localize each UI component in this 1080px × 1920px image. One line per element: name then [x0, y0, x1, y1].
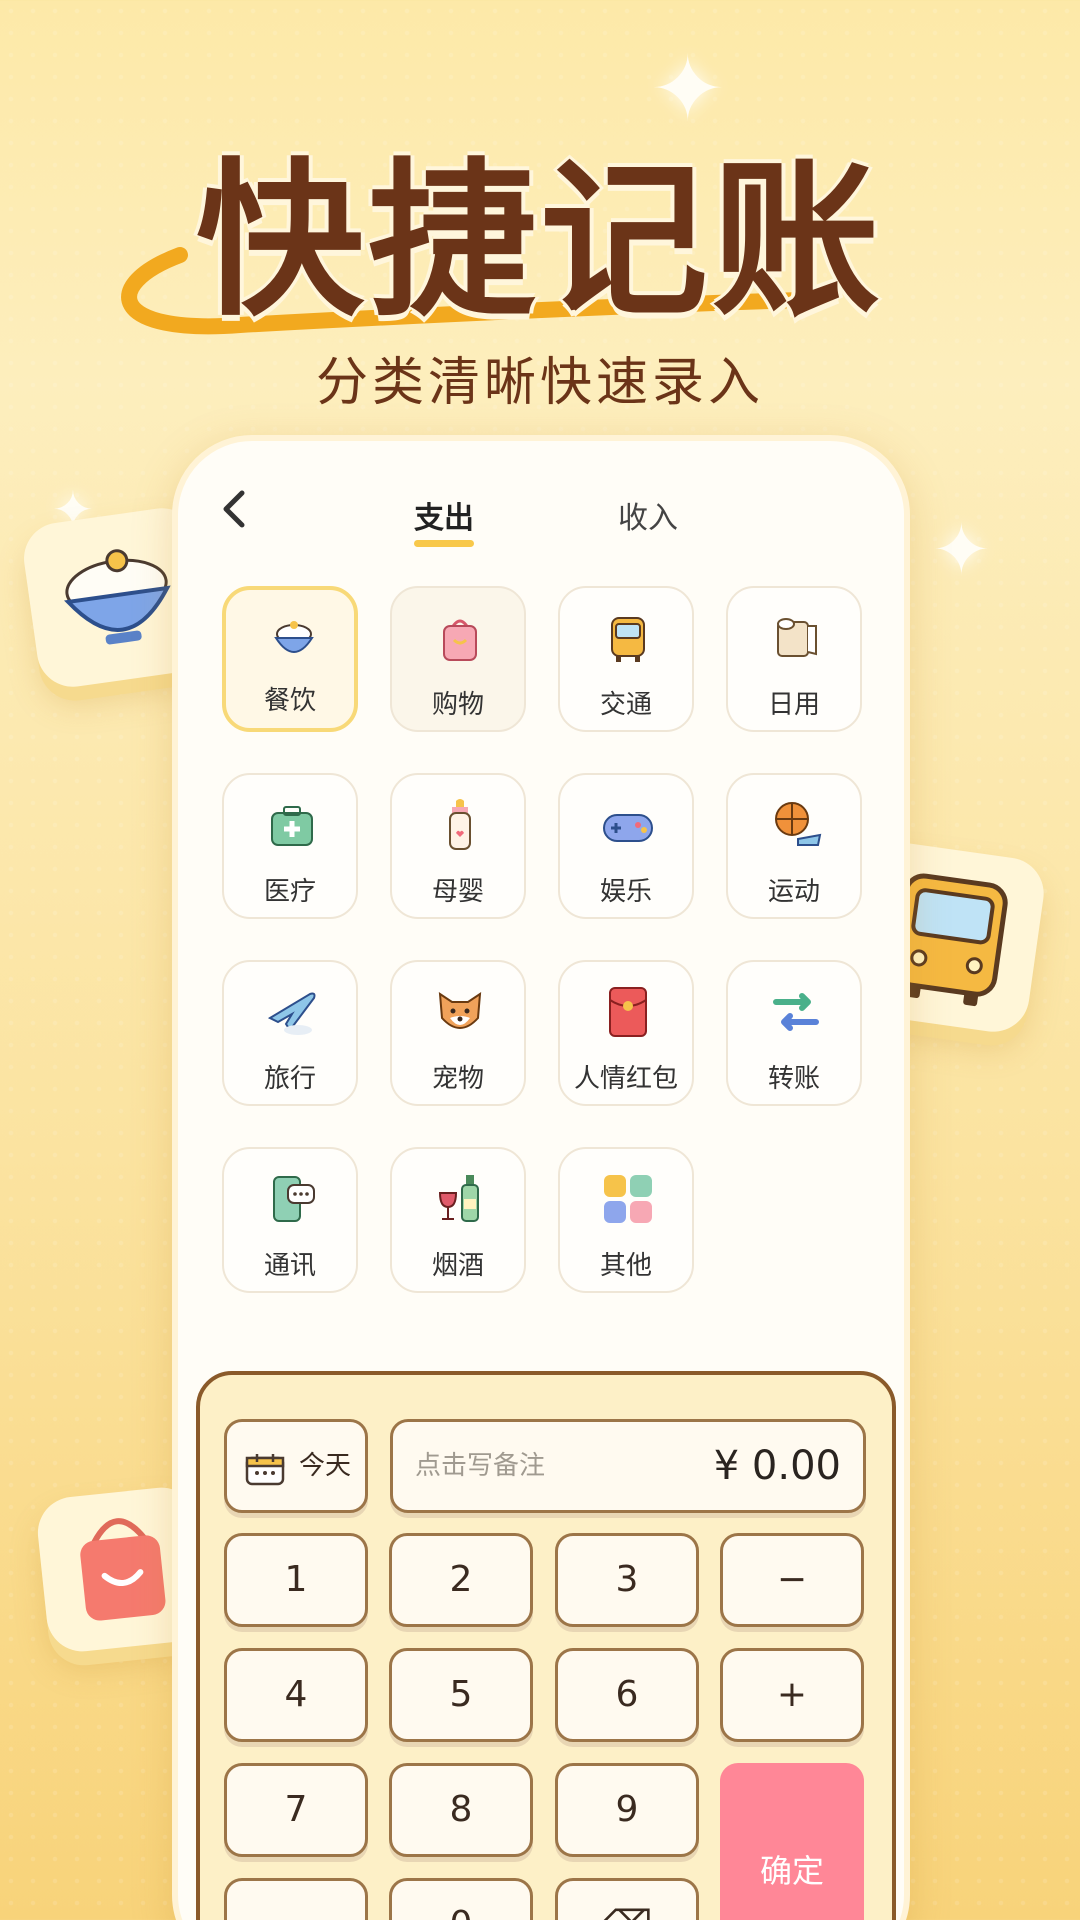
category-travel[interactable]: 旅行: [222, 960, 358, 1106]
key-9[interactable]: 9: [555, 1763, 699, 1857]
category-label: 其他: [599, 1251, 652, 1281]
category-sports[interactable]: 运动: [726, 773, 862, 919]
basketball-icon: [775, 802, 822, 846]
key-6[interactable]: 6: [555, 1648, 699, 1742]
category-tobacco-alcohol[interactable]: 烟酒: [390, 1147, 526, 1293]
key-plus[interactable]: +: [720, 1648, 864, 1742]
category-daily[interactable]: 日用: [726, 586, 862, 732]
category-transport[interactable]: 交通: [558, 586, 694, 732]
rice-bowl-icon: [274, 621, 314, 653]
category-red-envelope[interactable]: 人情红包: [558, 960, 694, 1106]
phone-frame: 支出 收入 餐饮 购物 交通 日用 医疗 母婴 娱乐 运动 旅行 宠物 人情红包…: [172, 435, 910, 1920]
category-label: 交通: [599, 690, 652, 720]
date-button[interactable]: 今天: [224, 1419, 368, 1513]
category-label: 购物: [431, 690, 484, 720]
key-5[interactable]: 5: [389, 1648, 533, 1742]
tab-expense[interactable]: 支出: [414, 493, 474, 547]
category-transfer[interactable]: 转账: [726, 960, 862, 1106]
calendar-icon: [245, 1454, 285, 1486]
category-shopping[interactable]: 购物: [390, 586, 526, 732]
category-label: 人情红包: [573, 1064, 678, 1094]
category-label: 宠物: [431, 1064, 484, 1094]
category-label: 医疗: [263, 877, 316, 907]
category-label: 娱乐: [599, 877, 652, 907]
key-2[interactable]: 2: [389, 1533, 533, 1627]
key-backspace[interactable]: ⌫: [555, 1878, 699, 1920]
bus-icon: [611, 617, 645, 662]
category-label: 餐饮: [263, 686, 316, 716]
key-minus[interactable]: −: [720, 1533, 864, 1627]
category-pet[interactable]: 宠物: [390, 960, 526, 1106]
note-placeholder: 点击写备注: [415, 1451, 546, 1481]
page-title: 快捷记账: [196, 143, 884, 339]
headline-area: 快捷记账: [0, 95, 1080, 355]
key-8[interactable]: 8: [389, 1763, 533, 1857]
key-7[interactable]: 7: [224, 1763, 368, 1857]
page-subtitle: 分类清晰快速录入: [315, 353, 764, 413]
chevron-left-icon: [223, 490, 245, 528]
category-label: 日用: [767, 690, 820, 720]
category-baby[interactable]: 母婴: [390, 773, 526, 919]
confirm-button[interactable]: 确定: [720, 1763, 864, 1920]
tab-income[interactable]: 收入: [618, 493, 678, 537]
medical-kit-icon: [271, 806, 313, 846]
transfer-arrows-icon: [773, 993, 819, 1031]
toilet-paper-icon: [777, 618, 817, 657]
red-envelope-icon: [609, 987, 647, 1037]
category-label: 旅行: [263, 1064, 316, 1094]
key-4[interactable]: 4: [224, 1648, 368, 1742]
baby-bottle-icon: [449, 799, 471, 850]
category-other[interactable]: 其他: [558, 1147, 694, 1293]
date-label: 今天: [299, 1451, 352, 1481]
key-3[interactable]: 3: [555, 1533, 699, 1627]
category-label: 母婴: [431, 877, 484, 907]
category-label: 烟酒: [431, 1251, 484, 1281]
phone-chat-icon: [273, 1176, 315, 1222]
grid-icon: [604, 1175, 652, 1223]
confirm-label: 确定: [759, 1852, 824, 1890]
note-input[interactable]: 点击写备注 ¥ 0.00: [390, 1419, 866, 1513]
tab-income-label: 收入: [618, 501, 678, 536]
category-medical[interactable]: 医疗: [222, 773, 358, 919]
nav-bar: 支出 收入: [178, 481, 904, 551]
amount-display: ¥ 0.00: [713, 1443, 841, 1489]
key-0[interactable]: 0: [389, 1878, 533, 1920]
category-dining[interactable]: 餐饮: [222, 586, 358, 732]
airplane-icon: [267, 992, 316, 1035]
category-label: 通讯: [263, 1251, 316, 1281]
gamepad-icon: [603, 814, 653, 842]
wine-icon: [438, 1175, 479, 1222]
sparkle-icon: ✦: [932, 509, 991, 591]
shopping-bag-icon: [443, 619, 477, 661]
tab-expense-label: 支出: [414, 501, 474, 536]
key-dot[interactable]: .: [224, 1878, 368, 1920]
category-telecom[interactable]: 通讯: [222, 1147, 358, 1293]
key-1[interactable]: 1: [224, 1533, 368, 1627]
dog-icon: [438, 992, 482, 1029]
category-label: 运动: [767, 877, 820, 907]
category-entertainment[interactable]: 娱乐: [558, 773, 694, 919]
back-button[interactable]: [216, 487, 256, 537]
category-label: 转账: [767, 1064, 820, 1094]
keypad-panel: 今天 点击写备注 ¥ 0.00 1 2 3 − 4 5 6 + 7 8 9 确定…: [196, 1371, 896, 1920]
tab-active-indicator: [414, 540, 474, 547]
